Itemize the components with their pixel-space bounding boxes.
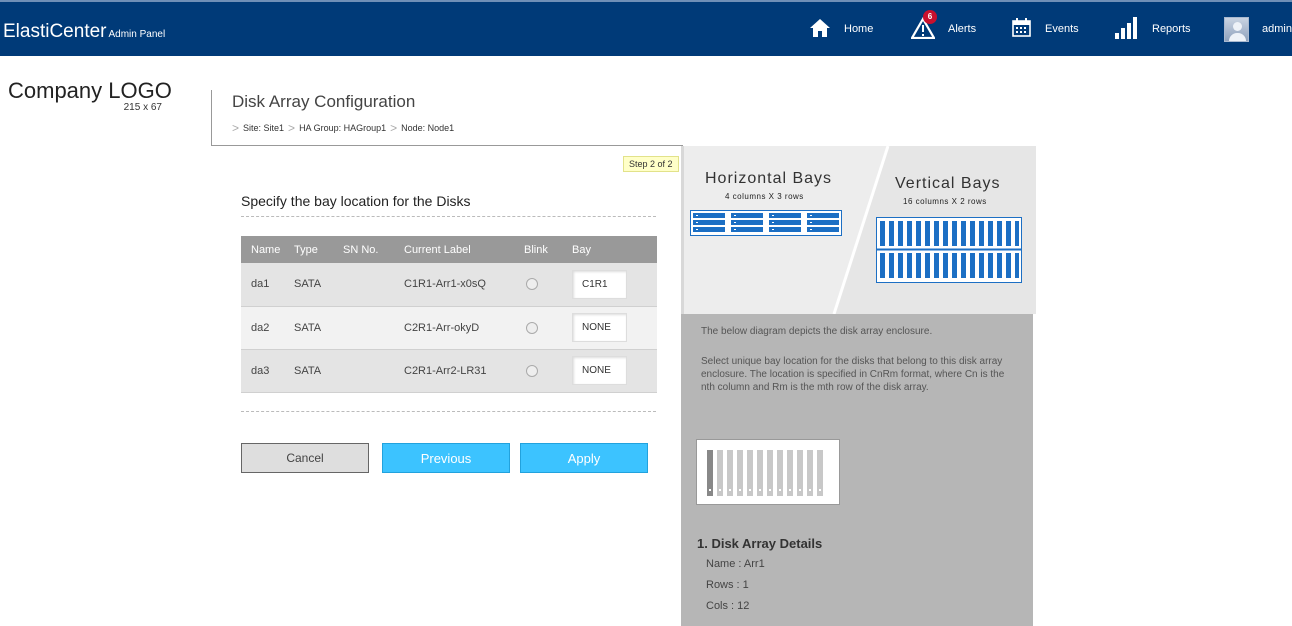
disk-name: da1 (241, 263, 294, 307)
alert-triangle-icon: 6 (910, 9, 937, 42)
breadcrumb-ha-group[interactable]: HA Group: HAGroup1 (299, 123, 386, 133)
home-icon (809, 18, 831, 41)
avatar (1224, 16, 1249, 42)
chevron-right-icon: > (232, 121, 240, 135)
help-text-intro: The below diagram depicts the disk array… (701, 326, 933, 337)
breadcrumb: > Site: Site1 > HA Group: HAGroup1 > Nod… (232, 121, 454, 135)
disk-type: SATA (294, 306, 343, 350)
top-nav-bar: ElastiCenter Admin Panel Home 6 Alerts Ev… (0, 0, 1292, 56)
blink-cell (524, 263, 572, 307)
help-panel: Horizontal Bays 4 columns X 3 rows Verti… (681, 146, 1036, 626)
horizontal-bays-icon (690, 210, 842, 236)
nav-user-menu[interactable]: admin (1224, 15, 1292, 43)
blink-radio[interactable] (526, 278, 538, 291)
nav-reports-label: Reports (1152, 23, 1191, 35)
disk-sn (343, 263, 404, 307)
vertical-bays-title: Vertical Bays (895, 175, 1001, 192)
enclosure-diagram-image (707, 450, 823, 496)
bay-input[interactable] (572, 313, 627, 342)
detail-name: Name : Arr1 (706, 558, 765, 570)
vertical-bays-subtitle: 16 columns X 2 rows (903, 197, 987, 206)
detail-cols: Cols : 12 (706, 600, 750, 612)
cancel-button[interactable]: Cancel (241, 443, 369, 473)
bay-cell (572, 263, 657, 307)
logo-text: Company LOGO (8, 78, 172, 103)
disk-sn (343, 306, 404, 350)
disk-current-label: C1R1-Arr1-x0sQ (404, 263, 524, 307)
section-title: Specify the bay location for the Disks (241, 193, 471, 209)
page-header: Disk Array Configuration > Site: Site1 >… (211, 90, 683, 146)
page-title: Disk Array Configuration (232, 92, 416, 111)
calendar-icon (1012, 18, 1031, 40)
table-row: da2 SATA C2R1-Arr-okyD (241, 306, 657, 350)
disk-type: SATA (294, 349, 343, 393)
column-header-blink: Blink (524, 236, 572, 263)
company-logo: Company LOGO 215 x 67 (8, 78, 172, 113)
nav-home[interactable]: Home (809, 15, 873, 43)
bay-input[interactable] (572, 356, 627, 385)
disk-type: SATA (294, 263, 343, 307)
nav-events[interactable]: Events (1012, 15, 1079, 43)
previous-button[interactable]: Previous (382, 443, 510, 473)
disk-current-label: C2R1-Arr-okyD (404, 306, 524, 350)
column-header-current-label: Current Label (404, 236, 524, 263)
enclosure-diagram (696, 439, 840, 505)
column-header-sn: SN No. (343, 236, 404, 263)
apply-button[interactable]: Apply (520, 443, 648, 473)
nav-alerts-label: Alerts (948, 23, 977, 35)
bay-cell (572, 306, 657, 350)
help-text-instructions: Select unique bay location for the disks… (701, 356, 1005, 393)
nav-alerts[interactable]: 6 Alerts (910, 9, 977, 43)
disk-current-label: C2R1-Arr2-LR31 (404, 349, 524, 393)
column-header-type: Type (294, 236, 343, 263)
nav-events-label: Events (1045, 23, 1079, 35)
column-header-name: Name (241, 236, 294, 263)
chevron-right-icon: > (390, 121, 398, 135)
chevron-right-icon: > (288, 121, 296, 135)
alerts-count-badge: 6 (923, 9, 937, 24)
blink-radio[interactable] (526, 321, 538, 334)
brand-name: ElastiCenter (3, 21, 107, 42)
horizontal-bays-subtitle: 4 columns X 3 rows (725, 192, 804, 201)
vertical-bays-icon (876, 217, 1022, 283)
brand[interactable]: ElastiCenter Admin Panel (3, 21, 165, 43)
bay-input[interactable] (572, 269, 627, 299)
disk-name: da2 (241, 306, 294, 350)
disk-name: da3 (241, 349, 294, 393)
breadcrumb-node[interactable]: Node: Node1 (401, 123, 454, 133)
horizontal-bays-title: Horizontal Bays (705, 170, 833, 187)
column-header-bay: Bay (572, 236, 657, 263)
disk-sn (343, 349, 404, 393)
bay-cell (572, 349, 657, 393)
disk-table: Name Type SN No. Current Label Blink Bay… (241, 236, 657, 393)
brand-subtitle: Admin Panel (108, 29, 166, 40)
divider (241, 411, 656, 412)
nav-reports[interactable]: Reports (1115, 15, 1191, 43)
table-row: da1 SATA C1R1-Arr1-x0sQ (241, 263, 657, 307)
nav-home-label: Home (844, 23, 874, 35)
bar-chart-icon (1115, 16, 1139, 42)
disk-array-details-title: 1. Disk Array Details (697, 536, 823, 551)
blink-radio[interactable] (526, 364, 538, 377)
step-indicator: Step 2 of 2 (623, 156, 679, 172)
breadcrumb-site[interactable]: Site: Site1 (243, 123, 284, 133)
divider (241, 216, 656, 217)
blink-cell (524, 306, 572, 350)
detail-rows: Rows : 1 (706, 579, 749, 591)
bay-type-selector: Horizontal Bays 4 columns X 3 rows Verti… (681, 146, 1036, 314)
table-row: da3 SATA C2R1-Arr2-LR31 (241, 349, 657, 393)
blink-cell (524, 349, 572, 393)
table-header-row: Name Type SN No. Current Label Blink Bay (241, 236, 657, 263)
nav-user-label: admin (1262, 23, 1292, 35)
